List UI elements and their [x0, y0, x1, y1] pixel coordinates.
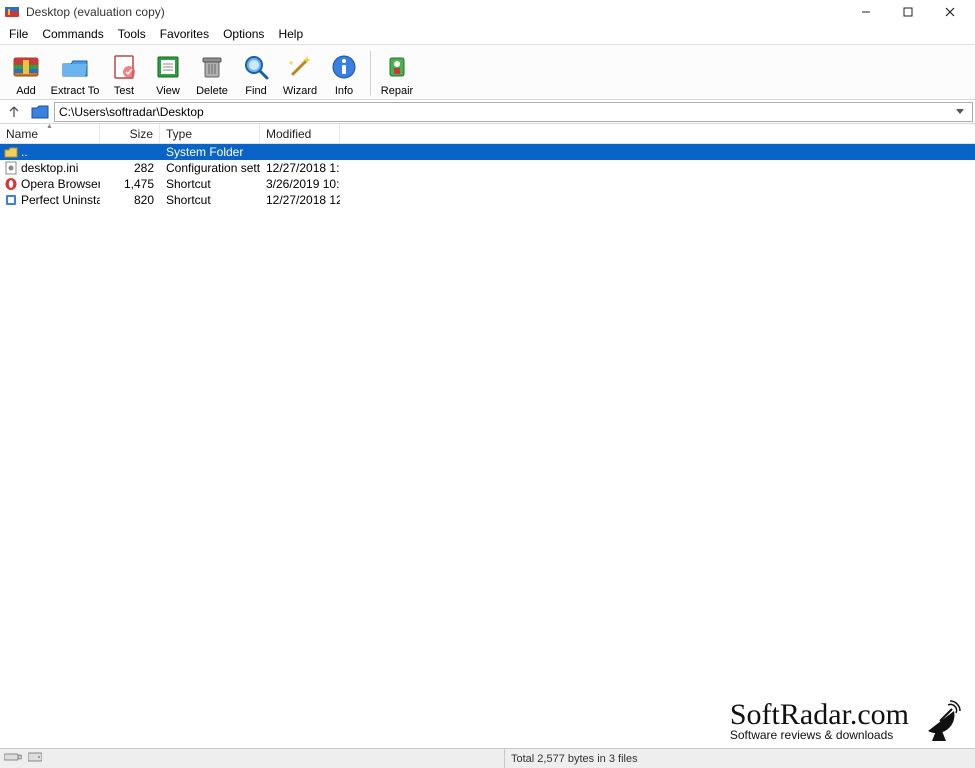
file-modified: 12/27/2018 1:3... — [260, 161, 340, 175]
sort-ascending-icon: ▲ — [46, 123, 53, 130]
extract-to-button[interactable]: Extract To — [48, 47, 102, 99]
titlebar: Desktop (evaluation copy) — [0, 0, 975, 24]
list-item[interactable]: .. System Folder — [0, 144, 975, 160]
window-controls — [845, 0, 971, 24]
menu-file[interactable]: File — [2, 26, 35, 42]
list-item[interactable]: Opera Browser.lnk 1,475 Shortcut 3/26/20… — [0, 176, 975, 192]
current-folder-icon — [30, 103, 50, 121]
file-size: 282 — [100, 161, 160, 175]
delete-button[interactable]: Delete — [190, 47, 234, 99]
address-dropdown-icon[interactable] — [952, 109, 968, 115]
list-item[interactable]: desktop.ini 282 Configuration setti... 1… — [0, 160, 975, 176]
delete-label: Delete — [196, 85, 228, 97]
column-header-modified[interactable]: Modified — [260, 124, 340, 143]
wizard-label: Wizard — [283, 85, 317, 97]
menu-options[interactable]: Options — [216, 26, 271, 42]
find-button[interactable]: Find — [234, 47, 278, 99]
window-title: Desktop (evaluation copy) — [26, 5, 165, 19]
test-label: Test — [114, 85, 134, 97]
column-header-size[interactable]: Size — [100, 124, 160, 143]
extract-label: Extract To — [51, 85, 100, 97]
file-modified: 12/27/2018 12:... — [260, 193, 340, 207]
menu-commands[interactable]: Commands — [35, 26, 110, 42]
statusbar: Total 2,577 bytes in 3 files — [0, 748, 975, 768]
winrar-app-icon — [4, 4, 20, 20]
menubar: File Commands Tools Favorites Options He… — [0, 24, 975, 44]
address-bar: C:\Users\softradar\Desktop — [0, 100, 975, 124]
address-field[interactable]: C:\Users\softradar\Desktop — [54, 102, 973, 122]
find-label: Find — [245, 85, 266, 97]
test-button[interactable]: Test — [102, 47, 146, 99]
file-list[interactable]: .. System Folder desktop.ini 282 Configu… — [0, 144, 975, 748]
up-directory-button[interactable] — [2, 102, 26, 122]
wand-icon — [284, 51, 316, 83]
address-path-text: C:\Users\softradar\Desktop — [59, 105, 952, 119]
trash-icon — [196, 51, 228, 83]
info-button[interactable]: Info — [322, 47, 366, 99]
extract-icon — [59, 51, 91, 83]
view-icon — [152, 51, 184, 83]
drive-icon — [28, 752, 42, 765]
file-type: Shortcut — [160, 177, 260, 191]
file-name: .. — [21, 145, 28, 159]
minimize-button[interactable] — [845, 0, 887, 24]
uninstall-icon — [4, 193, 18, 207]
list-item[interactable]: Perfect Uninstall... 820 Shortcut 12/27/… — [0, 192, 975, 208]
status-summary: Total 2,577 bytes in 3 files — [505, 753, 638, 765]
add-button[interactable]: Add — [4, 47, 48, 99]
repair-button[interactable]: Repair — [375, 47, 419, 99]
ini-file-icon — [4, 161, 18, 175]
toolbar: Add Extract To Test — [0, 44, 975, 100]
status-left-pane — [0, 749, 505, 768]
column-name-label: Name — [6, 127, 38, 141]
info-icon — [328, 51, 360, 83]
disk-icon — [4, 752, 22, 765]
add-label: Add — [16, 85, 36, 97]
wizard-button[interactable]: Wizard — [278, 47, 322, 99]
column-header-name[interactable]: Name ▲ — [0, 124, 100, 143]
file-type: Shortcut — [160, 193, 260, 207]
view-button[interactable]: View — [146, 47, 190, 99]
file-name: Opera Browser.lnk — [21, 177, 100, 191]
file-name: Perfect Uninstall... — [21, 193, 100, 207]
column-header-type[interactable]: Type — [160, 124, 260, 143]
archive-icon — [10, 51, 42, 83]
file-list-header: Name ▲ Size Type Modified — [0, 124, 975, 144]
maximize-button[interactable] — [887, 0, 929, 24]
toolbar-separator — [370, 51, 371, 95]
file-type: Configuration setti... — [160, 161, 260, 175]
column-type-label: Type — [166, 127, 192, 141]
file-name: desktop.ini — [21, 161, 78, 175]
column-size-label: Size — [130, 127, 153, 141]
view-label: View — [156, 85, 180, 97]
menu-help[interactable]: Help — [271, 26, 310, 42]
repair-icon — [381, 51, 413, 83]
menu-favorites[interactable]: Favorites — [153, 26, 216, 42]
repair-label: Repair — [381, 85, 413, 97]
menu-tools[interactable]: Tools — [111, 26, 153, 42]
folder-up-icon — [4, 145, 18, 159]
info-label: Info — [335, 85, 353, 97]
file-size: 820 — [100, 193, 160, 207]
file-size: 1,475 — [100, 177, 160, 191]
opera-icon — [4, 177, 18, 191]
column-modified-label: Modified — [266, 127, 311, 141]
file-type: System Folder — [160, 145, 260, 159]
test-icon — [108, 51, 140, 83]
file-modified: 3/26/2019 10:0... — [260, 177, 340, 191]
search-icon — [240, 51, 272, 83]
close-button[interactable] — [929, 0, 971, 24]
